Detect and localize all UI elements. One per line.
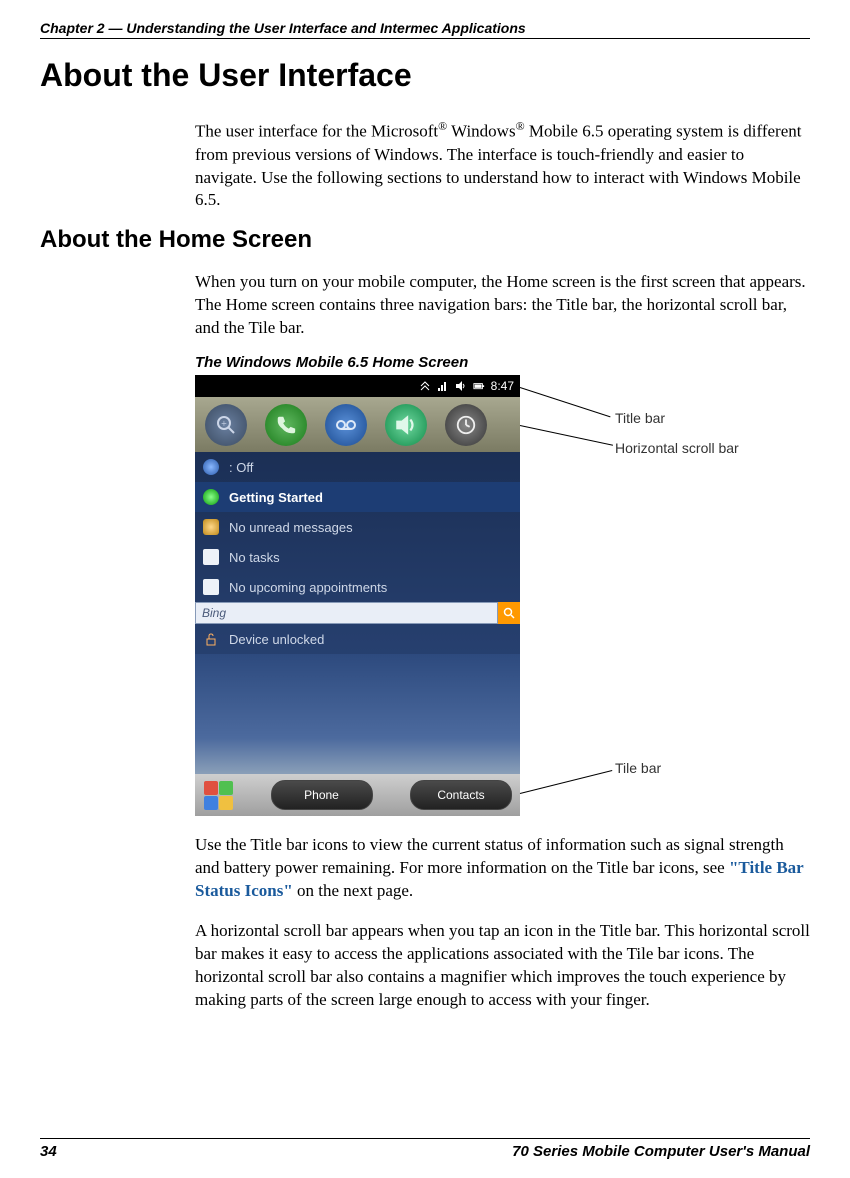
phone-mockup: 8:47 + : Off Getting Star (195, 375, 520, 816)
envelope-icon (203, 519, 219, 535)
search-icon (503, 607, 515, 619)
title-bar-paragraph: Use the Title bar icons to view the curr… (195, 834, 810, 903)
page-footer: 34 70 Series Mobile Computer User's Manu… (40, 1138, 810, 1160)
clock-icon[interactable] (445, 404, 487, 446)
list-item-lock[interactable]: Device unlocked (195, 624, 520, 654)
bing-search-button[interactable] (498, 602, 520, 624)
windows-start-icon[interactable] (203, 780, 233, 810)
registered-mark: ® (516, 119, 525, 133)
home-wallpaper-area (195, 654, 520, 774)
signal-icon (437, 380, 449, 392)
intro-text-2: Windows (447, 122, 515, 141)
registered-mark: ® (438, 119, 447, 133)
manual-title: 70 Series Mobile Computer User's Manual (512, 1143, 810, 1160)
callout-line (520, 387, 611, 417)
zoom-icon[interactable]: + (205, 404, 247, 446)
para3-post: on the next page. (293, 881, 413, 900)
list-item-tasks[interactable]: No tasks (195, 542, 520, 572)
svg-text:+: + (221, 419, 227, 430)
scroll-bar-paragraph: A horizontal scroll bar appears when you… (195, 920, 810, 1012)
list-item-label: : Off (229, 460, 253, 475)
callout-title-bar: Title bar (615, 410, 665, 426)
callout-horizontal-scroll-bar: Horizontal scroll bar (615, 440, 739, 456)
title-bar[interactable]: 8:47 (195, 375, 520, 397)
figure-home-screen: 8:47 + : Off Getting Star (195, 375, 810, 816)
page-title: About the User Interface (40, 57, 810, 94)
list-item-messages[interactable]: No unread messages (195, 512, 520, 542)
home-screen-paragraph: When you turn on your mobile computer, t… (195, 271, 810, 340)
tile-bar[interactable]: Phone Contacts (195, 774, 520, 816)
voicemail-icon[interactable] (325, 404, 367, 446)
callout-line (520, 425, 613, 446)
callout-tile-bar: Tile bar (615, 760, 661, 776)
list-item-bluetooth[interactable]: : Off (195, 452, 520, 482)
list-item-getting-started[interactable]: Getting Started (195, 482, 520, 512)
intro-paragraph: The user interface for the Microsoft® Wi… (195, 118, 810, 212)
calendar-icon (203, 579, 219, 595)
para3-pre: Use the Title bar icons to view the curr… (195, 835, 784, 877)
chapter-header: Chapter 2 — Understanding the User Inter… (40, 20, 810, 39)
battery-icon (473, 380, 485, 392)
phone-button[interactable]: Phone (271, 780, 373, 810)
list-item-appointments[interactable]: No upcoming appointments (195, 572, 520, 602)
home-list: : Off Getting Started No unread messages… (195, 452, 520, 774)
list-item-label: No upcoming appointments (229, 580, 387, 595)
list-item-label: No unread messages (229, 520, 353, 535)
volume-icon (455, 380, 467, 392)
callout-line (520, 770, 612, 794)
bing-search-row[interactable]: Bing (195, 602, 520, 624)
section-title: About the Home Screen (40, 226, 810, 254)
horizontal-scroll-bar[interactable]: + (195, 397, 520, 452)
connectivity-icon (419, 380, 431, 392)
speaker-icon[interactable] (385, 404, 427, 446)
list-item-label: Device unlocked (229, 632, 324, 647)
tasks-icon (203, 549, 219, 565)
getting-started-icon (203, 489, 219, 505)
clock-time: 8:47 (491, 379, 514, 393)
phone-icon[interactable] (265, 404, 307, 446)
page-number: 34 (40, 1143, 57, 1160)
list-item-label: No tasks (229, 550, 280, 565)
figure-caption: The Windows Mobile 6.5 Home Screen (195, 354, 810, 371)
unlock-icon (203, 631, 219, 647)
bing-input[interactable]: Bing (195, 602, 498, 624)
list-item-label: Getting Started (229, 490, 323, 505)
intro-text-1: The user interface for the Microsoft (195, 122, 438, 141)
bluetooth-icon (203, 459, 219, 475)
contacts-button[interactable]: Contacts (410, 780, 512, 810)
